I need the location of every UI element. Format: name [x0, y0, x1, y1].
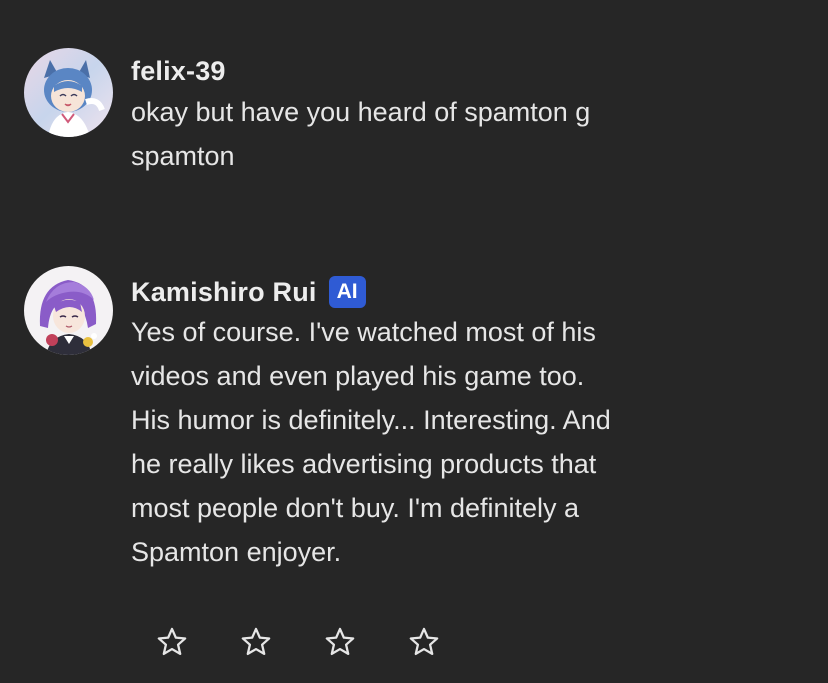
username: felix-39: [131, 55, 226, 86]
avatar[interactable]: [24, 48, 113, 137]
star-outline-icon[interactable]: [155, 625, 189, 659]
rating-stars: [155, 625, 441, 659]
star-outline-icon[interactable]: [407, 625, 441, 659]
message-text: Yes of course. I've watched most of his …: [131, 317, 611, 567]
star-outline-icon[interactable]: [239, 625, 273, 659]
ai-badge: AI: [328, 276, 366, 308]
message-text: okay but have you heard of spamton g spa…: [131, 97, 591, 171]
character-avatar-image: [24, 266, 113, 355]
user-avatar-image: [24, 48, 113, 137]
username: Kamishiro Rui: [131, 276, 317, 307]
star-outline-icon[interactable]: [323, 625, 357, 659]
avatar[interactable]: [24, 266, 113, 355]
